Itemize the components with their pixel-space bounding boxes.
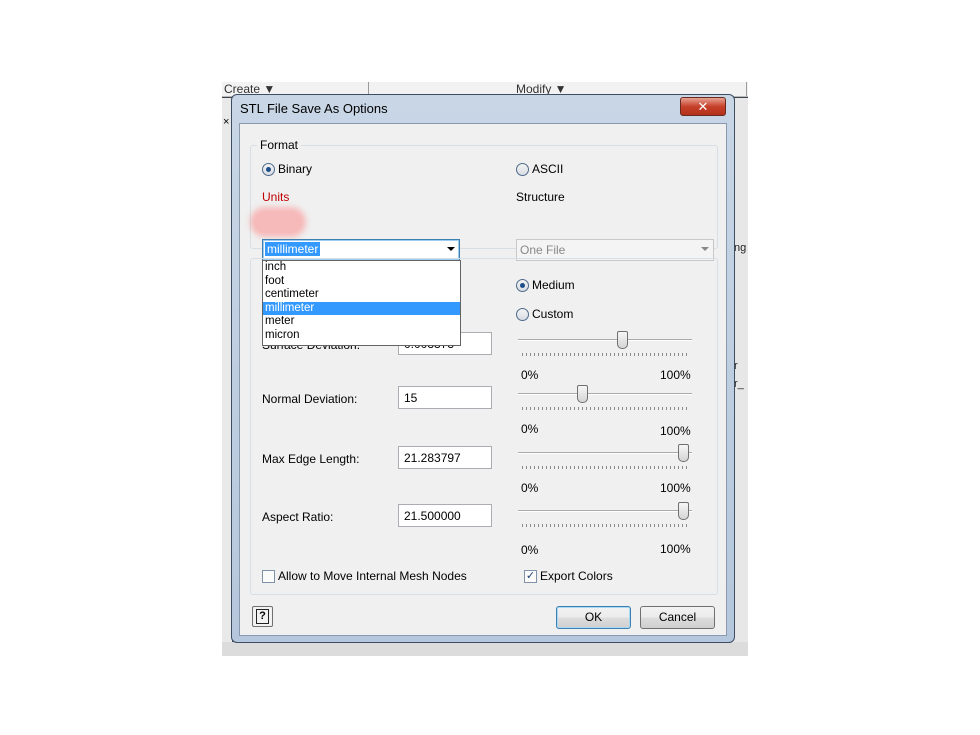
- normal-deviation-value: 15: [404, 391, 418, 405]
- surface-deviation-slider[interactable]: [518, 331, 692, 361]
- units-dropdown-list: inch foot centimeter millimeter meter micron: [262, 260, 461, 346]
- binary-label: Binary: [278, 162, 313, 176]
- close-button[interactable]: ✕: [680, 97, 726, 116]
- slider-max-label: 100%: [660, 481, 691, 495]
- app-status-strip: [222, 642, 748, 656]
- slider-track: [518, 452, 692, 454]
- cancel-button[interactable]: Cancel: [640, 606, 715, 629]
- units-highlight: [254, 211, 302, 233]
- slider-thumb[interactable]: [616, 331, 628, 349]
- chevron-down-icon: [701, 247, 709, 251]
- units-option[interactable]: meter: [263, 315, 460, 329]
- ascii-label: ASCII: [532, 162, 564, 176]
- slider-track: [518, 339, 692, 341]
- chevron-down-icon: [447, 247, 455, 251]
- slider-track: [518, 510, 692, 512]
- move-internal-nodes-label: Allow to Move Internal Mesh Nodes: [278, 569, 467, 583]
- normal-deviation-input[interactable]: 15: [398, 386, 492, 409]
- slider-ticks: [522, 466, 688, 469]
- format-group: Format: [250, 138, 718, 249]
- move-internal-nodes-checkbox[interactable]: [262, 570, 275, 583]
- normal-deviation-slider[interactable]: [518, 385, 692, 415]
- units-option[interactable]: micron: [263, 329, 460, 343]
- normal-deviation-label: Normal Deviation:: [262, 392, 358, 406]
- units-select-value: millimeter: [265, 242, 321, 256]
- units-option[interactable]: centimeter: [263, 288, 460, 302]
- units-label: Units: [262, 190, 290, 204]
- max-edge-length-input[interactable]: 21.283797: [398, 446, 492, 469]
- medium-radio[interactable]: [516, 279, 529, 292]
- radio-selected-dot: [266, 167, 271, 172]
- format-group-title: Format: [257, 138, 302, 152]
- ok-button[interactable]: OK: [556, 606, 631, 629]
- custom-label: Custom: [532, 307, 574, 321]
- slider-thumb[interactable]: [576, 385, 588, 403]
- aspect-ratio-value: 21.500000: [404, 509, 461, 523]
- app-right-text: r_: [734, 378, 744, 390]
- export-colors-checkbox[interactable]: ✓: [524, 570, 537, 583]
- slider-min-label: 0%: [521, 481, 539, 495]
- binary-radio[interactable]: [262, 163, 275, 176]
- slider-max-label: 100%: [660, 424, 691, 438]
- structure-select-value: One File: [520, 243, 566, 257]
- units-option[interactable]: millimeter: [263, 301, 460, 315]
- aspect-ratio-input[interactable]: 21.500000: [398, 504, 492, 527]
- custom-radio[interactable]: [516, 308, 529, 321]
- units-option[interactable]: inch: [263, 261, 460, 275]
- dialog-title: STL File Save As Options: [240, 101, 388, 116]
- slider-min-label: 0%: [521, 422, 539, 436]
- max-edge-length-slider[interactable]: [518, 444, 692, 474]
- close-icon: ✕: [697, 99, 709, 114]
- slider-max-label: 100%: [660, 368, 691, 382]
- panel-close-icon[interactable]: ×: [223, 117, 229, 128]
- aspect-ratio-slider[interactable]: [518, 502, 692, 532]
- medium-label: Medium: [532, 278, 575, 292]
- units-option[interactable]: foot: [263, 275, 460, 289]
- slider-track: [518, 393, 692, 395]
- max-edge-length-value: 21.283797: [404, 451, 461, 465]
- structure-label: Structure: [516, 190, 565, 204]
- max-edge-length-label: Max Edge Length:: [262, 452, 360, 466]
- help-icon: ?: [256, 609, 269, 624]
- app-right-text: ng: [734, 242, 747, 254]
- stl-save-options-dialog: STL File Save As Options ✕ Format Binary…: [231, 94, 735, 643]
- help-button[interactable]: ?: [252, 606, 273, 627]
- slider-max-label: 100%: [660, 542, 691, 556]
- slider-ticks: [522, 407, 688, 410]
- slider-ticks: [522, 353, 688, 356]
- slider-min-label: 0%: [521, 368, 539, 382]
- menu-separator: [746, 82, 747, 96]
- ascii-radio[interactable]: [516, 163, 529, 176]
- aspect-ratio-label: Aspect Ratio:: [262, 510, 334, 524]
- slider-thumb[interactable]: [678, 444, 690, 462]
- dialog-client-area: Format Binary ASCII Units Structure mill…: [239, 123, 727, 636]
- slider-ticks: [522, 524, 688, 527]
- radio-selected-dot: [520, 283, 525, 288]
- export-colors-label: Export Colors: [540, 569, 613, 583]
- slider-thumb[interactable]: [678, 502, 690, 520]
- slider-min-label: 0%: [521, 543, 539, 557]
